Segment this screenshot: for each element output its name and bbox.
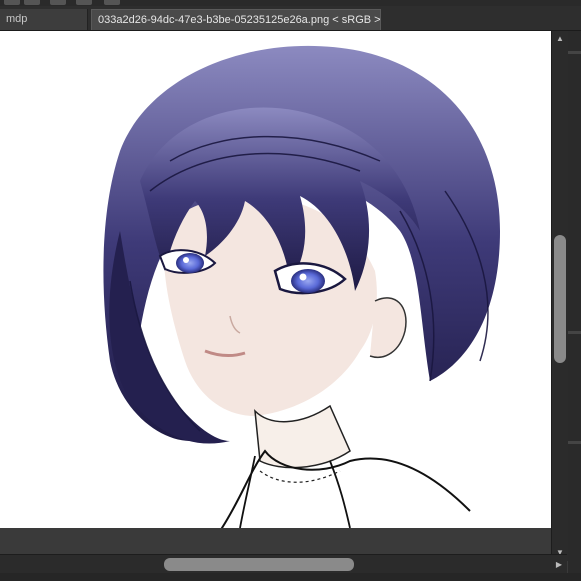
tab-mdp[interactable]: mdp bbox=[0, 9, 88, 30]
vertical-scrollbar[interactable]: ▲ ▼ bbox=[551, 31, 568, 561]
document-tab-bar: mdp 033a2d26-94dc-47e3-b3be-05235125e26a… bbox=[0, 6, 581, 31]
toolbar-button[interactable] bbox=[50, 0, 66, 5]
horizontal-scroll-thumb[interactable] bbox=[164, 558, 354, 571]
panel-divider bbox=[568, 331, 581, 334]
panel-divider bbox=[568, 51, 581, 54]
chevron-right-icon[interactable]: ▶ bbox=[551, 555, 567, 574]
tab-active-document[interactable]: 033a2d26-94dc-47e3-b3be-05235125e26a.png… bbox=[91, 9, 381, 30]
toolbar-button[interactable] bbox=[76, 0, 92, 5]
toolbar-button[interactable] bbox=[24, 0, 40, 5]
vertical-scroll-thumb[interactable] bbox=[554, 235, 566, 363]
drawing-canvas[interactable] bbox=[0, 31, 551, 528]
right-side-panel bbox=[568, 31, 581, 581]
panel-divider bbox=[568, 441, 581, 444]
status-bar bbox=[0, 573, 581, 581]
illustration-image bbox=[103, 45, 500, 528]
toolbar-button[interactable] bbox=[4, 0, 20, 5]
horizontal-scrollbar[interactable]: ▶ bbox=[0, 554, 567, 574]
canvas-margin bbox=[0, 528, 551, 554]
toolbar-button[interactable] bbox=[104, 0, 120, 5]
chevron-up-icon[interactable]: ▲ bbox=[552, 31, 568, 47]
